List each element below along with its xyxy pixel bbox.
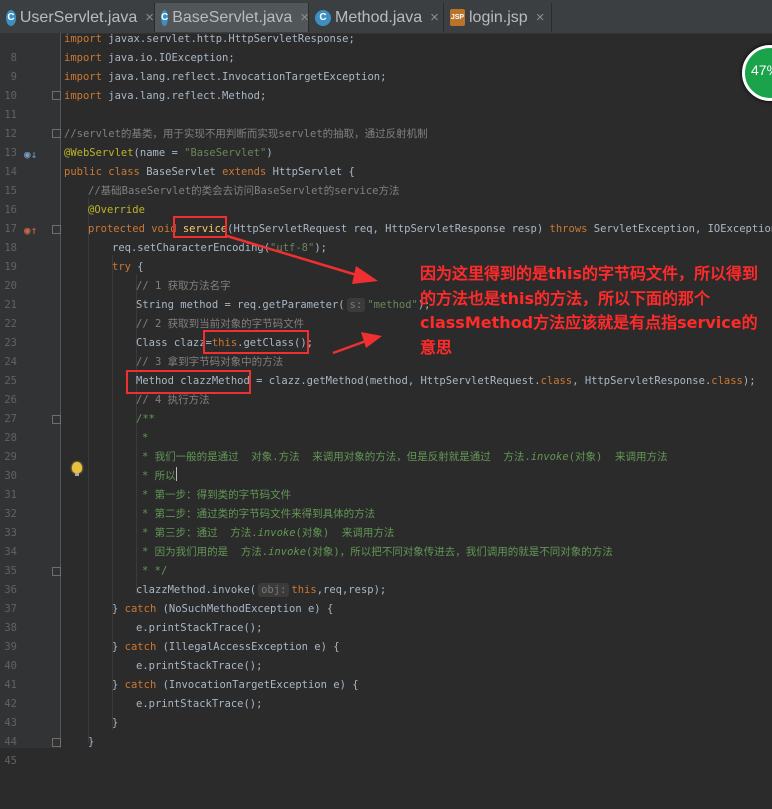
line-number: 45 <box>4 755 17 767</box>
annotation-note: 因为这里得到的是this的字节码文件，所以得到的方法也是this的方法，所以下面… <box>420 264 759 357</box>
arrow-line <box>226 234 361 278</box>
widget-percent: 47% <box>751 62 772 78</box>
arrow-line <box>332 339 367 355</box>
arrow-head-icon <box>361 332 382 348</box>
arrow-head-icon <box>352 266 378 284</box>
annotation-arrows <box>226 234 382 355</box>
